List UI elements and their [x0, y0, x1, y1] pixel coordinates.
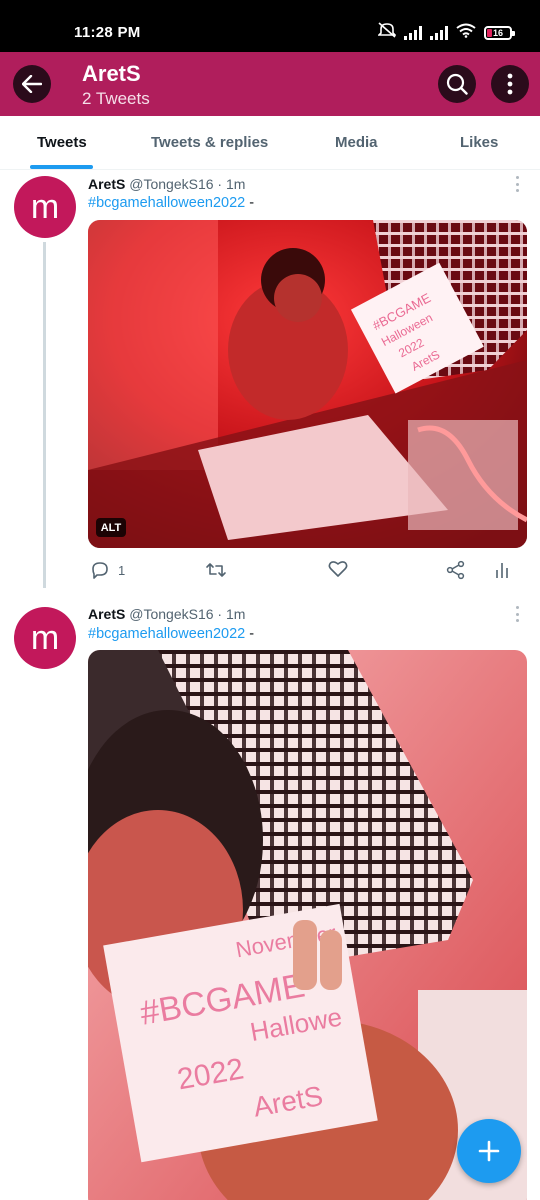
reply-count: 1 [118, 562, 126, 578]
heart-icon [328, 561, 348, 577]
signal-2-icon [430, 25, 448, 40]
signal-icon [404, 25, 422, 40]
share-icon [446, 560, 465, 580]
profile-header: AretS 2 Tweets [0, 52, 540, 116]
tab-tweets[interactable]: Tweets [37, 134, 87, 151]
tweet-menu-button[interactable] [512, 606, 522, 622]
tweet[interactable]: m AretS @TongekS16 · 1m #bcgamehalloween… [0, 600, 540, 1200]
more-vertical-icon [507, 73, 513, 95]
tweet-text-suffix: - [245, 626, 255, 642]
tweet-count: 2 Tweets [82, 89, 150, 108]
tweet-time: · 1m [217, 176, 246, 192]
author-handle[interactable]: @TongekS16 [129, 176, 213, 192]
hashtag-link[interactable]: #bcgamehalloween2022 [88, 195, 245, 211]
battery-icon: 16 [484, 25, 515, 40]
alt-text-badge[interactable]: ALT [96, 518, 126, 537]
author-name[interactable]: AretS [88, 606, 125, 622]
search-icon [446, 73, 468, 95]
profile-name: AretS [82, 61, 141, 86]
analytics-button[interactable] [494, 560, 510, 580]
share-button[interactable] [446, 560, 466, 580]
analytics-icon [496, 563, 508, 578]
tab-tweets-replies[interactable]: Tweets & replies [151, 134, 268, 151]
status-time: 11:28 PM [74, 24, 141, 41]
tweet-text-suffix: - [245, 195, 255, 211]
author-name[interactable]: AretS [88, 176, 125, 192]
active-tab-indicator [30, 165, 93, 169]
plus-icon [478, 1140, 500, 1162]
tweet-actions: 1 [88, 560, 527, 584]
tweet-meta: AretS @TongekS16 · 1m [88, 176, 245, 192]
tab-media[interactable]: Media [335, 134, 378, 151]
status-bar: 11:28 PM 16 [0, 0, 540, 52]
tweet[interactable]: m AretS @TongekS16 · 1m #bcgamehalloween… [0, 170, 540, 590]
photo-image: November #BCGAME Hallowe 2022 AretS [88, 650, 527, 1200]
wifi-icon [456, 23, 476, 43]
status-icons: 16 [377, 22, 515, 43]
arrow-left-icon [22, 75, 42, 93]
author-handle[interactable]: @TongekS16 [129, 606, 213, 622]
thread-line [43, 242, 46, 588]
compose-tweet-button[interactable] [457, 1119, 521, 1183]
more-options-button[interactable] [491, 65, 529, 103]
retweet-icon [206, 563, 226, 577]
tab-likes[interactable]: Likes [460, 134, 498, 151]
like-button[interactable] [328, 560, 348, 578]
tweet-meta: AretS @TongekS16 · 1m [88, 606, 245, 622]
photo-image: #BCGAME Halloween 2022 AretS [88, 220, 527, 548]
profile-tabs: Tweets Tweets & replies Media Likes [0, 116, 540, 170]
reply-icon [92, 562, 108, 579]
avatar[interactable]: m [14, 176, 76, 238]
tweet-photo[interactable]: November #BCGAME Hallowe 2022 AretS [88, 650, 527, 1200]
tweet-photo[interactable]: #BCGAME Halloween 2022 AretS [88, 220, 527, 548]
hashtag-link[interactable]: #bcgamehalloween2022 [88, 626, 245, 642]
back-button[interactable] [13, 65, 51, 103]
tweet-time: · 1m [217, 606, 246, 622]
tweet-text: #bcgamehalloween2022 - [88, 195, 254, 211]
retweet-button[interactable] [205, 560, 227, 580]
avatar[interactable]: m [14, 607, 76, 669]
reply-button[interactable]: 1 [90, 560, 125, 580]
tweet-text: #bcgamehalloween2022 - [88, 626, 254, 642]
mute-icon [377, 22, 397, 43]
search-button[interactable] [438, 65, 476, 103]
battery-level: 16 [492, 27, 503, 38]
tweet-menu-button[interactable] [512, 176, 522, 192]
